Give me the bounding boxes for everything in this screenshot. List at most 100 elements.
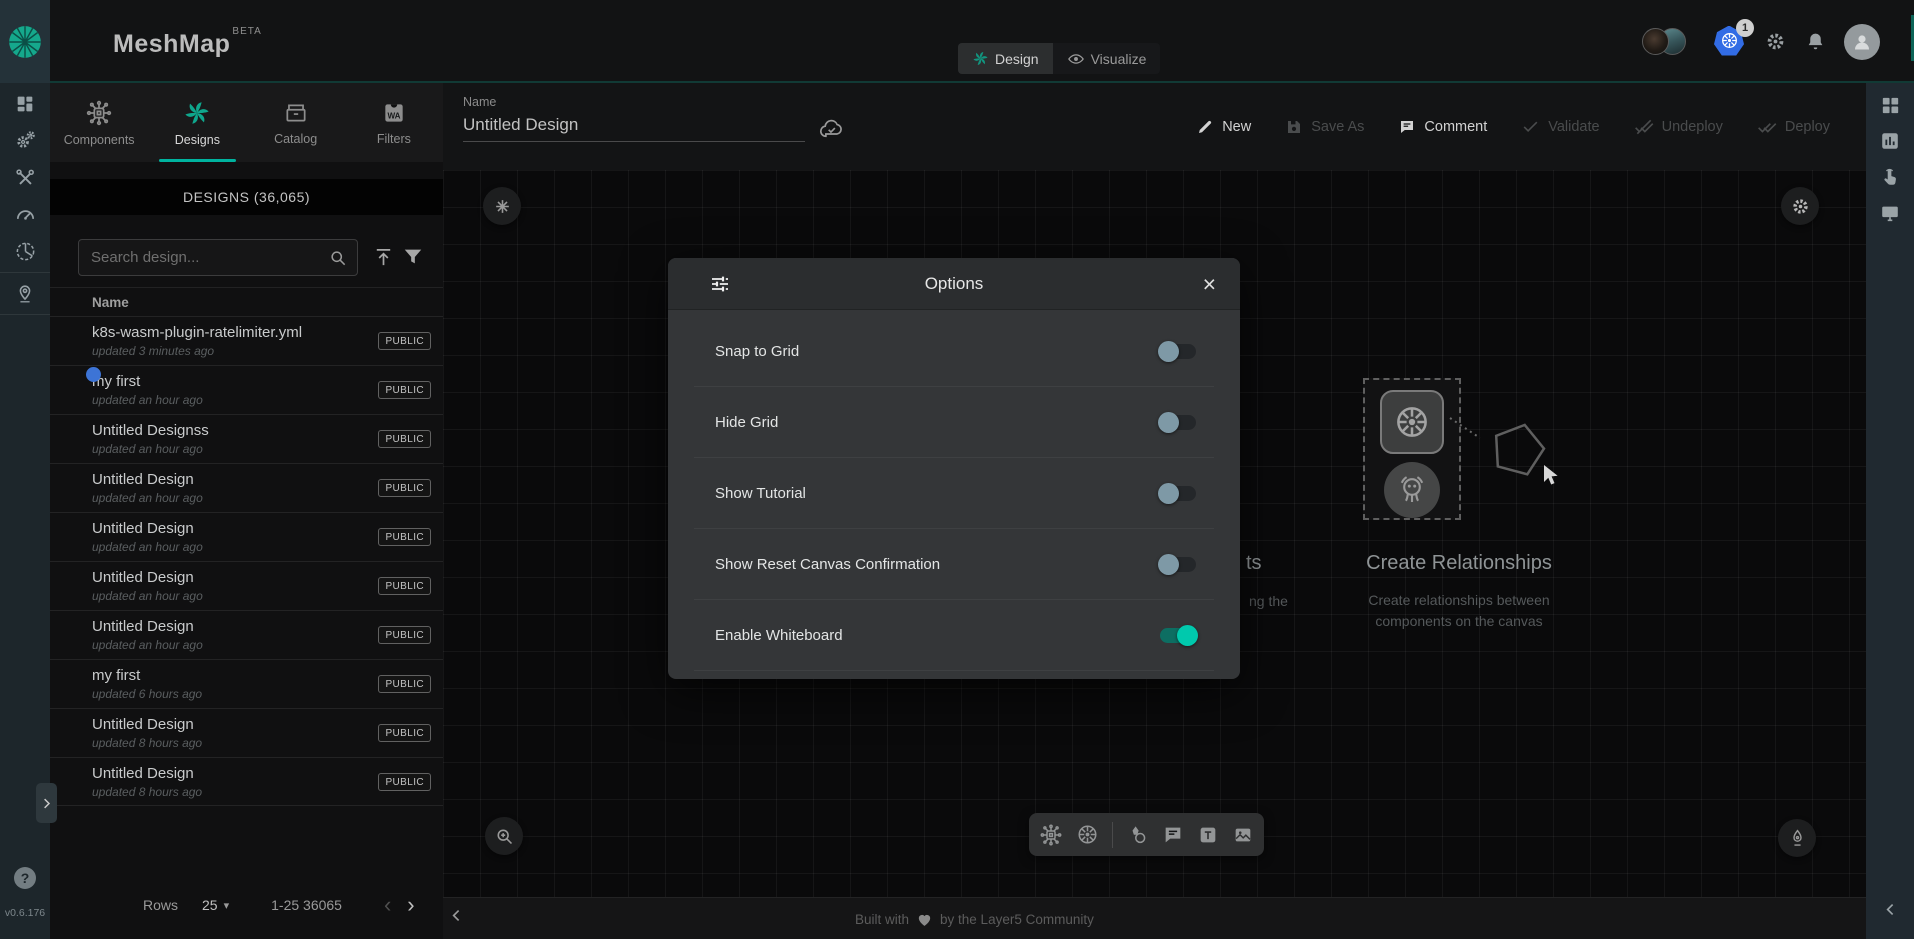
chevron-right-icon xyxy=(39,796,54,811)
dock-comment-tool[interactable] xyxy=(1162,824,1184,846)
visibility-badge[interactable]: PUBLIC xyxy=(378,381,431,399)
save-as-button[interactable]: Save As xyxy=(1285,118,1364,136)
visibility-badge[interactable]: PUBLIC xyxy=(378,773,431,791)
visibility-badge[interactable]: PUBLIC xyxy=(378,577,431,595)
canvas-quick-actions-button[interactable] xyxy=(483,187,521,225)
comment-button[interactable]: Comment xyxy=(1398,118,1487,136)
kubernetes-node[interactable] xyxy=(1380,390,1444,454)
version-label: v0.6.176 xyxy=(0,907,50,919)
collaborator-avatars[interactable] xyxy=(1642,28,1686,55)
sidebar-item-extensions[interactable] xyxy=(0,233,50,270)
tab-components[interactable]: Components xyxy=(50,83,148,162)
right-rail-charts[interactable] xyxy=(1866,123,1914,159)
design-row[interactable]: Untitled Designupdated an hour agoPUBLIC xyxy=(50,610,443,659)
hide-grid-toggle[interactable] xyxy=(1160,415,1196,430)
canvas-toolbar: Name New Save As Comment Validate Undepl… xyxy=(443,83,1866,170)
notifications-bell-icon[interactable] xyxy=(1805,31,1826,52)
mode-switch: Design Visualize xyxy=(958,43,1160,74)
pencil-icon xyxy=(1196,118,1214,136)
whiteboard-pen-button[interactable] xyxy=(1778,819,1816,857)
option-divider xyxy=(694,599,1214,600)
visibility-badge[interactable]: PUBLIC xyxy=(378,528,431,546)
right-rail-display[interactable] xyxy=(1866,195,1914,231)
zoom-button[interactable] xyxy=(485,817,523,855)
tab-filters[interactable]: Filters xyxy=(345,83,443,162)
design-row[interactable]: my firstupdated 6 hours agoPUBLIC xyxy=(50,659,443,708)
rows-per-page-select[interactable]: 25 xyxy=(202,897,218,913)
tab-design[interactable]: Design xyxy=(958,43,1053,74)
help-button[interactable]: ? xyxy=(14,867,36,889)
design-row[interactable]: Untitled Designupdated an hour agoPUBLIC xyxy=(50,463,443,512)
prev-page-button[interactable]: ‹ xyxy=(384,898,391,912)
show-tutorial-toggle[interactable] xyxy=(1160,486,1196,501)
visibility-badge[interactable]: PUBLIC xyxy=(378,479,431,497)
gear-icon xyxy=(1790,196,1811,217)
tab-designs[interactable]: Designs xyxy=(148,83,246,162)
touch-hand-icon xyxy=(1879,166,1901,188)
option-enable-whiteboard: Enable Whiteboard xyxy=(668,600,1240,670)
dock-text-tool[interactable] xyxy=(1197,824,1219,846)
search-icon[interactable] xyxy=(328,248,348,268)
tab-visualize[interactable]: Visualize xyxy=(1053,43,1161,74)
eye-icon xyxy=(1067,50,1085,68)
meshery-node[interactable] xyxy=(1384,462,1440,518)
validate-button[interactable]: Validate xyxy=(1521,117,1599,136)
filter-funnel-icon[interactable] xyxy=(402,246,424,268)
dock-image-tool[interactable] xyxy=(1232,824,1254,846)
right-dock-rail xyxy=(1866,83,1914,939)
chevron-down-icon[interactable]: ▾ xyxy=(224,899,230,912)
next-page-button[interactable]: › xyxy=(407,898,414,912)
tab-catalog[interactable]: Catalog xyxy=(247,83,345,162)
visibility-badge[interactable]: PUBLIC xyxy=(378,332,431,350)
visibility-badge[interactable]: PUBLIC xyxy=(378,430,431,448)
design-row[interactable]: my firstupdated an hour agoPUBLIC xyxy=(50,365,443,414)
close-icon[interactable]: × xyxy=(1203,274,1216,294)
search-input[interactable] xyxy=(79,249,328,266)
check-icon xyxy=(1521,117,1540,136)
wasm-filters-icon xyxy=(381,100,407,126)
enable-whiteboard-toggle[interactable] xyxy=(1160,628,1196,643)
sidebar-item-configuration[interactable] xyxy=(0,159,50,196)
settings-gear-icon[interactable] xyxy=(1764,30,1787,53)
visibility-badge[interactable]: PUBLIC xyxy=(378,724,431,742)
chevron-left-icon[interactable] xyxy=(448,907,465,924)
kubernetes-context-button[interactable]: 1 xyxy=(1714,26,1746,58)
deploy-button[interactable]: Deploy xyxy=(1757,117,1830,137)
design-row[interactable]: k8s-wasm-plugin-ratelimiter.ymlupdated 3… xyxy=(50,316,443,365)
new-button[interactable]: New xyxy=(1196,118,1251,136)
right-rail-widgets[interactable] xyxy=(1866,87,1914,123)
visibility-badge[interactable]: PUBLIC xyxy=(378,626,431,644)
design-row[interactable]: Untitled Designupdated 8 hours agoPUBLIC xyxy=(50,757,443,806)
dock-kubernetes-tool[interactable] xyxy=(1076,823,1099,846)
collaborator-avatar-1[interactable] xyxy=(1642,28,1669,55)
visibility-badge[interactable]: PUBLIC xyxy=(378,675,431,693)
sidebar-item-performance[interactable] xyxy=(0,196,50,233)
sidebar-item-dashboard[interactable] xyxy=(0,85,50,122)
chevron-left-icon[interactable] xyxy=(1882,901,1899,918)
dashboard-icon xyxy=(14,93,36,115)
panel-collapse-handle[interactable] xyxy=(36,783,57,823)
canvas-actions: New Save As Comment Validate Undeploy De… xyxy=(1196,83,1830,170)
import-design-icon[interactable] xyxy=(372,246,395,269)
dock-component-tool[interactable] xyxy=(1039,823,1063,847)
design-row[interactable]: Untitled Designupdated an hour agoPUBLIC xyxy=(50,512,443,561)
panel-tabs: Components Designs Catalog Filters xyxy=(50,83,443,162)
name-column-header[interactable]: Name xyxy=(50,287,443,316)
rail-divider xyxy=(0,272,50,273)
dock-shapes-tool[interactable] xyxy=(1126,823,1149,846)
design-row[interactable]: Untitled Designssupdated an hour agoPUBL… xyxy=(50,414,443,463)
design-row[interactable]: Untitled Designupdated an hour agoPUBLIC xyxy=(50,561,443,610)
canvas-settings-button[interactable] xyxy=(1781,187,1819,225)
layer5-logo[interactable] xyxy=(0,0,50,83)
reset-canvas-confirmation-toggle[interactable] xyxy=(1160,557,1196,572)
hidden-hint-title-fragment: ts xyxy=(1246,552,1262,575)
floppy-icon xyxy=(1285,118,1303,136)
design-row[interactable]: Untitled Designupdated 8 hours agoPUBLIC xyxy=(50,708,443,757)
design-name-input[interactable] xyxy=(463,115,805,142)
sidebar-item-meshmap[interactable] xyxy=(0,275,50,312)
sidebar-item-lifecycle[interactable] xyxy=(0,122,50,159)
user-avatar[interactable] xyxy=(1844,24,1880,60)
right-rail-interact[interactable] xyxy=(1866,159,1914,195)
undeploy-button[interactable]: Undeploy xyxy=(1634,117,1723,137)
snap-to-grid-toggle[interactable] xyxy=(1160,344,1196,359)
